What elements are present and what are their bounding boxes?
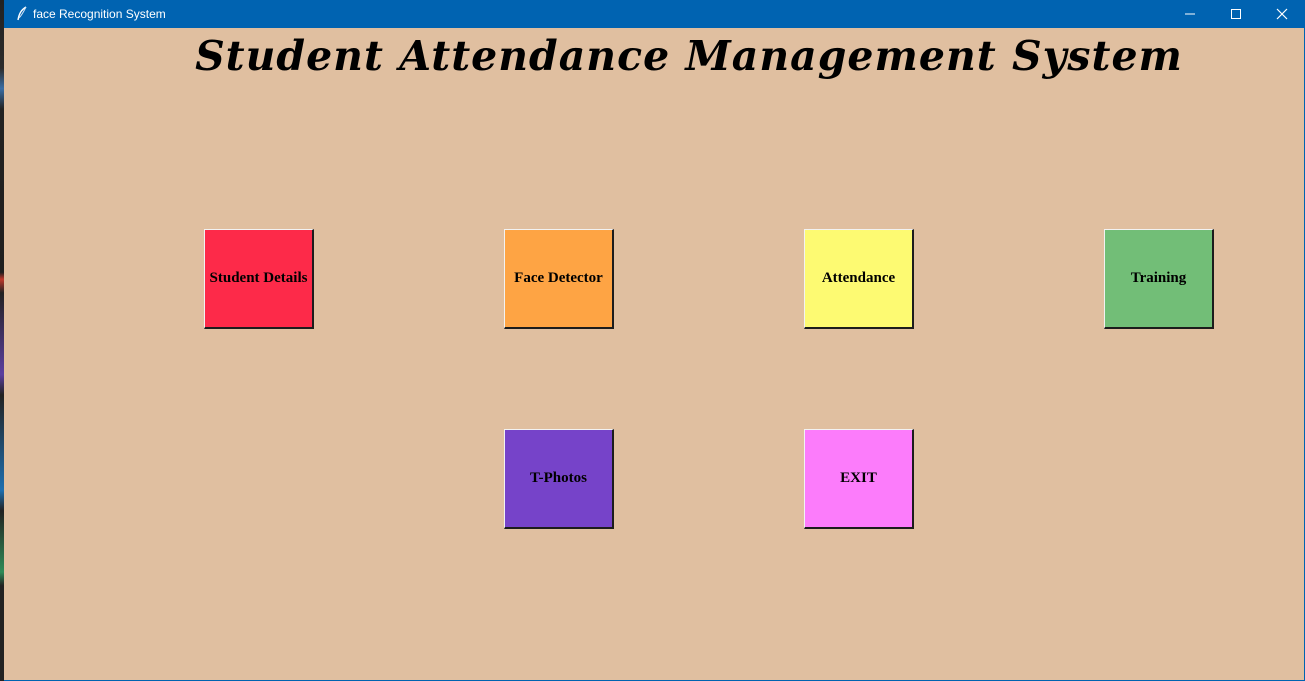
maximize-icon — [1231, 9, 1241, 19]
close-button[interactable] — [1259, 0, 1305, 28]
attendance-button[interactable]: Attendance — [804, 229, 914, 329]
maximize-button[interactable] — [1213, 0, 1259, 28]
app-window: face Recognition System Student Attendan… — [4, 0, 1305, 681]
page-title: Student Attendance Management System — [195, 32, 1183, 80]
title-bar[interactable]: face Recognition System — [4, 0, 1305, 28]
minimize-button[interactable] — [1167, 0, 1213, 28]
window-title: face Recognition System — [33, 7, 166, 21]
close-icon — [1276, 8, 1288, 20]
student-details-button[interactable]: Student Details — [204, 229, 314, 329]
minimize-icon — [1185, 13, 1195, 15]
t-photos-button[interactable]: T-Photos — [504, 429, 614, 529]
training-button[interactable]: Training — [1104, 229, 1214, 329]
feather-icon — [15, 6, 29, 22]
face-detector-button[interactable]: Face Detector — [504, 229, 614, 329]
exit-button[interactable]: EXIT — [804, 429, 914, 529]
